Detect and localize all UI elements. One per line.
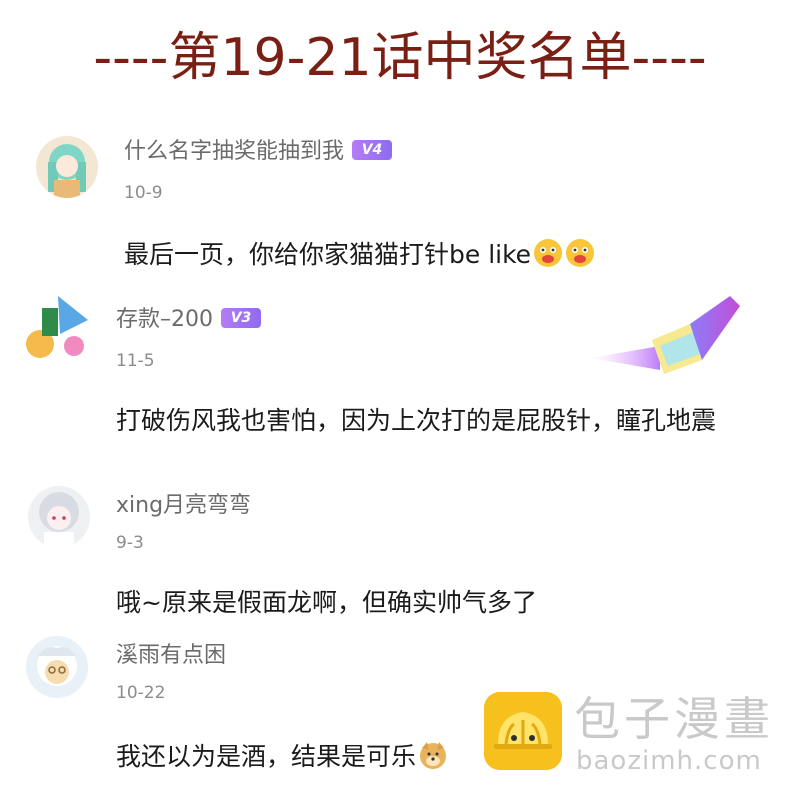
baozi-logo-icon: [484, 692, 562, 770]
page-title: ----第19-21话中奖名单----: [93, 28, 707, 88]
paintbrush-decoration-icon: [590, 290, 750, 390]
tongue-face-emoji: [533, 238, 563, 268]
doge-emoji: [418, 740, 448, 770]
comment-date: 10-22: [116, 683, 166, 703]
watermark-url: baozimh.com: [576, 746, 762, 776]
comment-text: 哦~原来是假面龙啊，但确实帅气多了: [116, 588, 537, 617]
comment-text: 最后一页，你给你家猫猫打针be like: [124, 236, 784, 274]
comment-text: 打破伤风我也害怕，因为上次打的是屁股针，瞳孔地震: [116, 406, 717, 435]
username[interactable]: 存款–200 V3: [116, 306, 261, 334]
watermark: 包子漫畫 baozimh.com: [484, 692, 794, 782]
avatar[interactable]: [28, 486, 90, 548]
watermark-name: 包子漫畫: [574, 692, 774, 746]
username[interactable]: 溪雨有点困: [116, 642, 226, 670]
avatar[interactable]: [18, 290, 94, 366]
level-badge: V3: [221, 308, 261, 328]
username[interactable]: xing月亮弯弯: [116, 492, 251, 520]
avatar[interactable]: [26, 636, 88, 698]
level-badge: V4: [352, 140, 393, 160]
tongue-face-emoji: [565, 238, 595, 268]
comment-date: 11-5: [116, 351, 155, 371]
comment-date: 9-3: [116, 533, 144, 553]
username[interactable]: 什么名字抽奖能抽到我 V4: [124, 138, 393, 166]
comment-date: 10-9: [124, 183, 163, 203]
avatar[interactable]: [36, 136, 98, 198]
